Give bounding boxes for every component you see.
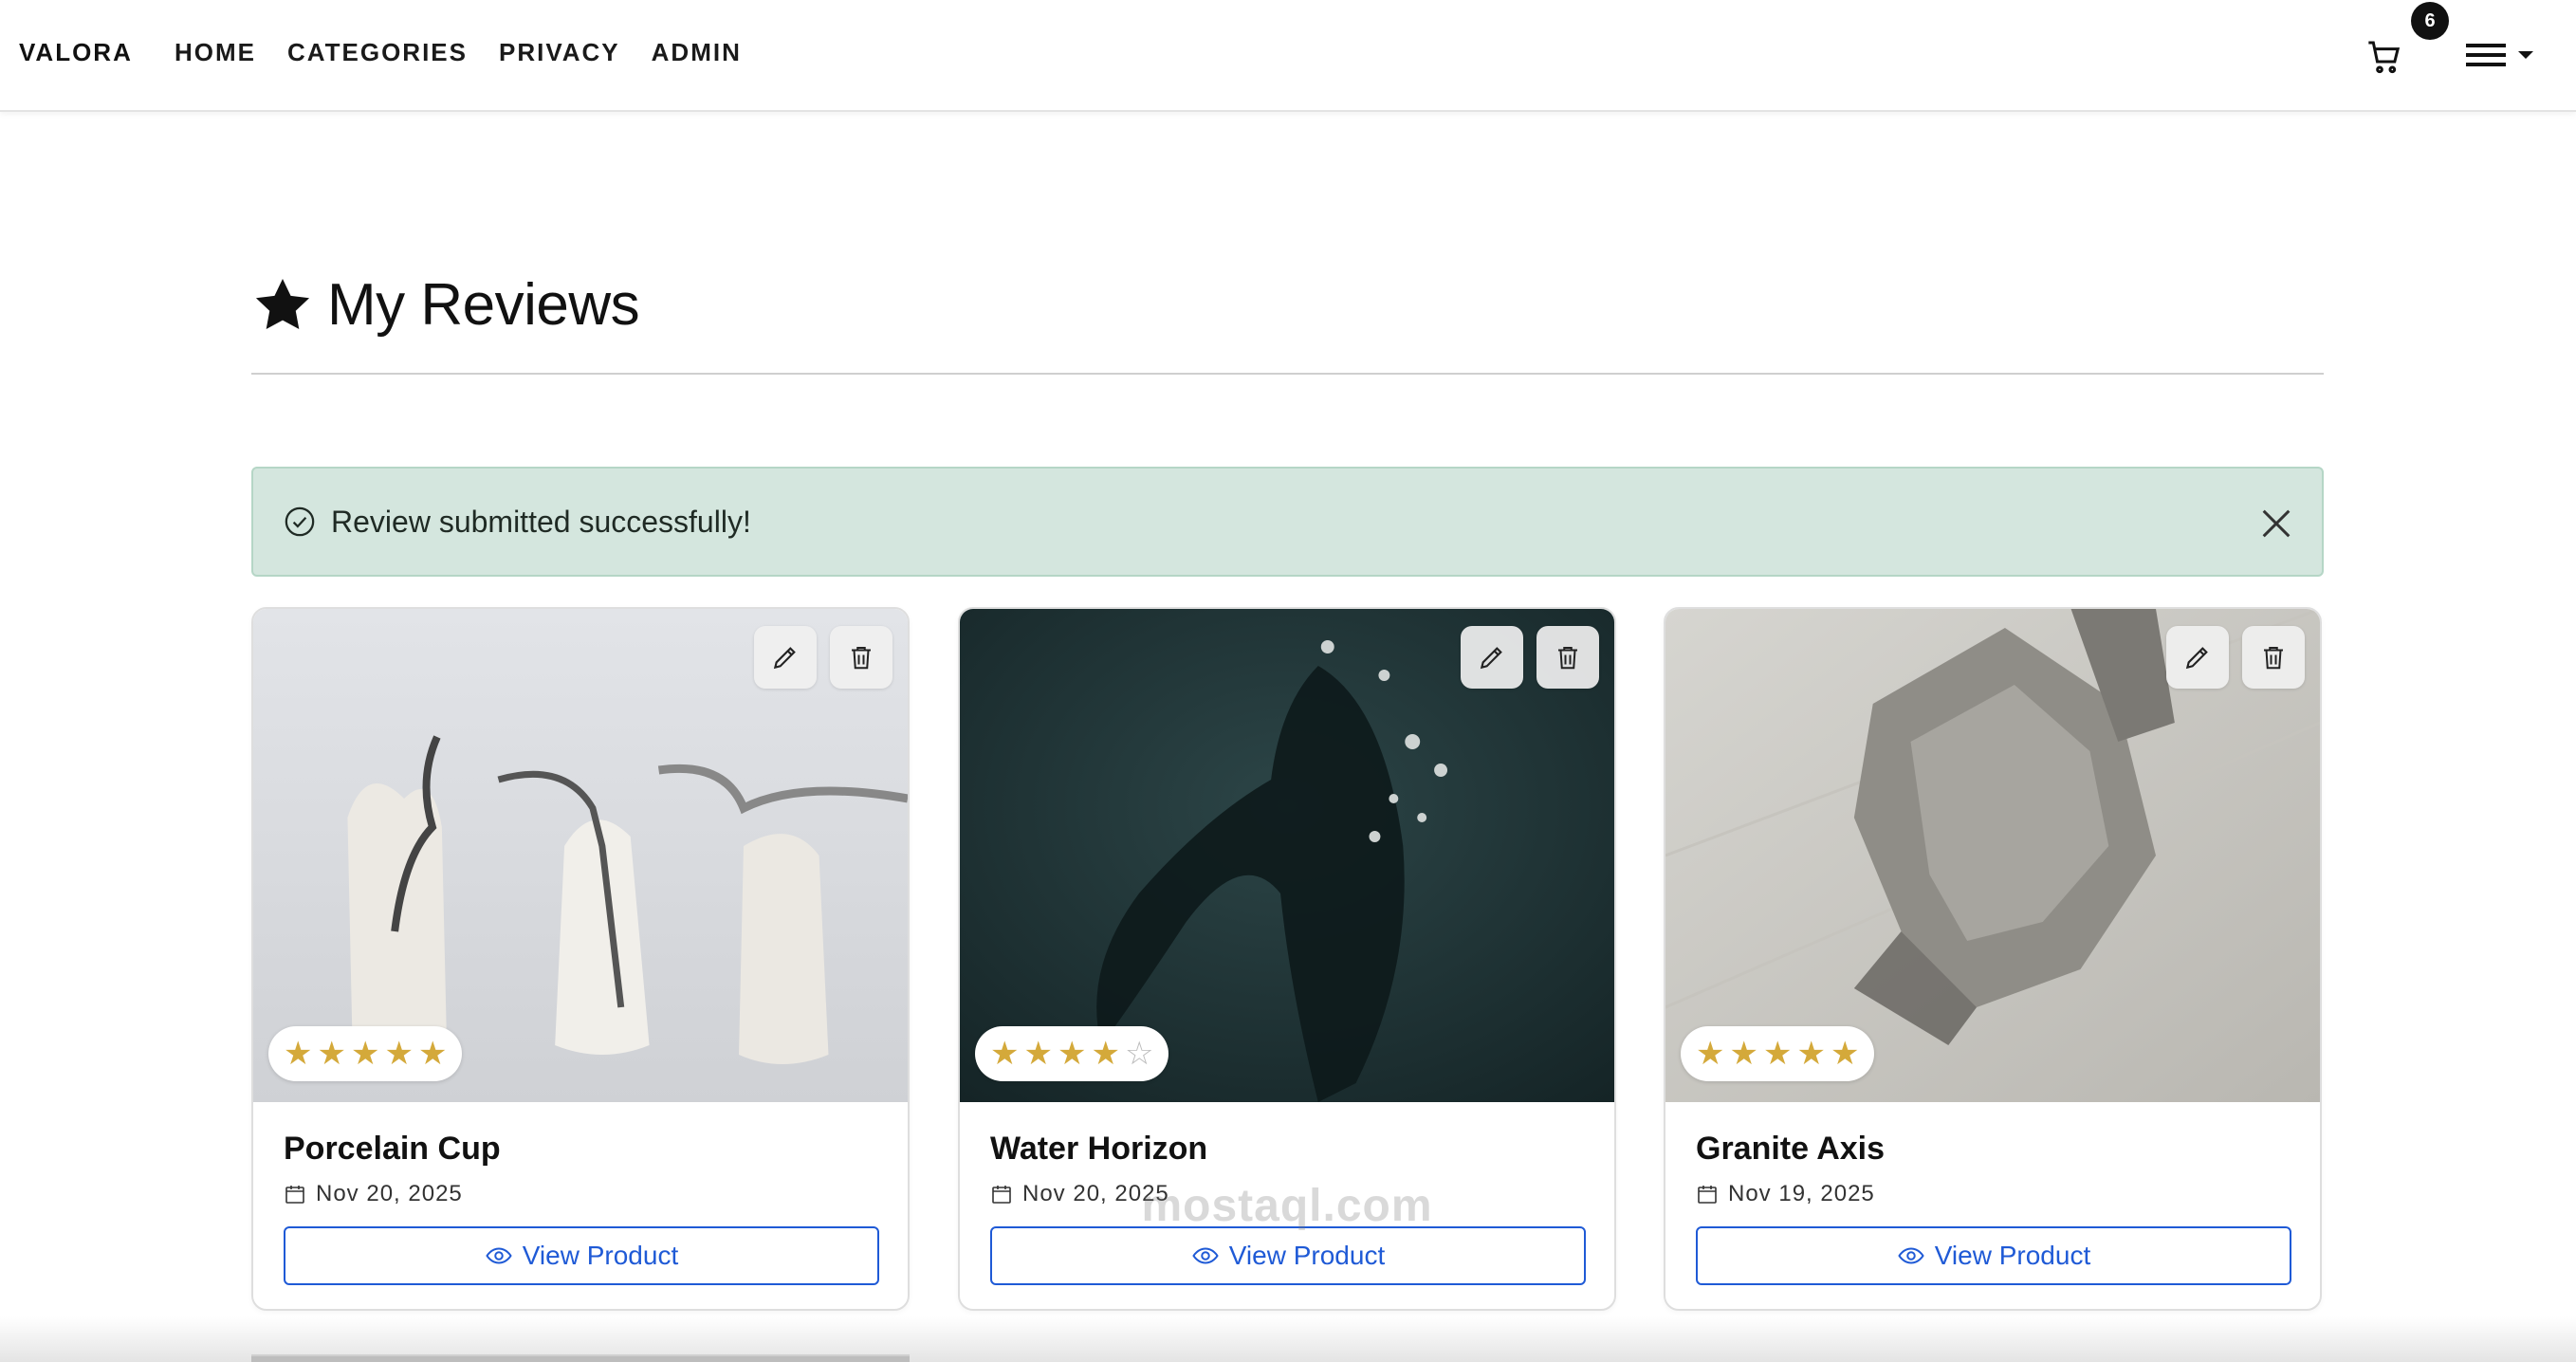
- hamburger-icon: [2466, 44, 2506, 66]
- review-card: ★ ★ ★ ★ ★ Porcelain Cup Nov 20, 2025 View Pr…: [251, 607, 910, 1311]
- star-rating: ★ ★ ★ ★ ★: [1681, 1026, 1875, 1081]
- star-filled-icon: ★: [1023, 1036, 1053, 1072]
- brand-logo[interactable]: VALORA: [19, 38, 133, 67]
- view-product-button[interactable]: View Product: [284, 1226, 879, 1285]
- trash-icon: [2264, 647, 2283, 670]
- calendar-icon: [1698, 1186, 1717, 1204]
- star-filled-icon: ★: [990, 1036, 1020, 1072]
- nav-links: HOME CATEGORIES PRIVACY ADMIN: [175, 38, 742, 67]
- star-empty-icon: ☆: [1124, 1036, 1154, 1072]
- cart-icon[interactable]: [2365, 38, 2403, 76]
- calendar-icon: [285, 1186, 304, 1204]
- delete-review-button[interactable]: [2242, 626, 2305, 689]
- star-filled-icon: ★: [384, 1036, 414, 1072]
- watermark: mostaql.com: [1141, 1181, 1433, 1231]
- view-product-button[interactable]: View Product: [990, 1226, 1586, 1285]
- trash-icon: [1558, 647, 1577, 670]
- star-icon: [255, 278, 310, 329]
- edit-review-button[interactable]: [2166, 626, 2229, 689]
- star-rating: ★ ★ ★ ★ ★: [268, 1026, 463, 1081]
- product-name: Porcelain Cup: [284, 1131, 501, 1167]
- calendar-icon: [992, 1186, 1011, 1204]
- nav-link-home[interactable]: HOME: [175, 38, 256, 67]
- star-filled-icon: ★: [1729, 1036, 1758, 1072]
- cart-count-badge: 6: [2411, 2, 2449, 40]
- close-icon[interactable]: [2257, 505, 2295, 543]
- check-circle-icon: [285, 506, 315, 537]
- pencil-icon: [1480, 647, 1502, 670]
- navbar: VALORA HOME CATEGORIES PRIVACY ADMIN 6: [0, 0, 2576, 112]
- next-card-edge: [251, 1354, 910, 1362]
- review-card: ★ ★ ★ ★ ★ Granite Axis Nov 19, 2025 View Pro…: [1664, 607, 2322, 1311]
- star-filled-icon: ★: [417, 1036, 448, 1072]
- view-product-label: View Product: [522, 1241, 679, 1270]
- review-date-text: Nov 19, 2025: [1728, 1181, 1875, 1206]
- page-title: My Reviews: [327, 272, 640, 338]
- star-filled-icon: ★: [1830, 1036, 1860, 1072]
- star-filled-icon: ★: [1796, 1036, 1826, 1072]
- product-name: Granite Axis: [1696, 1131, 1886, 1167]
- review-date: Nov 19, 2025: [1696, 1181, 2290, 1207]
- delete-review-button[interactable]: [1536, 626, 1599, 689]
- pencil-icon: [773, 647, 796, 670]
- pencil-icon: [2185, 647, 2208, 670]
- view-product-label: View Product: [1934, 1241, 2091, 1270]
- edit-review-button[interactable]: [754, 626, 817, 689]
- star-filled-icon: ★: [350, 1036, 380, 1072]
- header-divider: [251, 373, 2324, 375]
- product-image: ★ ★ ★ ★ ★: [253, 609, 908, 1102]
- eye-icon: [1192, 1247, 1219, 1264]
- eye-icon: [486, 1247, 512, 1264]
- star-filled-icon: ★: [1091, 1036, 1120, 1072]
- nav-link-categories[interactable]: CATEGORIES: [287, 38, 468, 67]
- nav-link-privacy[interactable]: PRIVACY: [499, 38, 620, 67]
- success-alert: Review submitted successfully!: [251, 467, 2324, 577]
- product-image: ★ ★ ★ ★ ★: [1665, 609, 2320, 1102]
- alert-message: Review submitted successfully!: [331, 504, 751, 539]
- user-menu-toggle[interactable]: [2466, 36, 2544, 74]
- review-date-text: Nov 20, 2025: [316, 1181, 463, 1206]
- view-product-button[interactable]: View Product: [1696, 1226, 2291, 1285]
- star-rating: ★ ★ ★ ★ ☆: [975, 1026, 1169, 1081]
- eye-icon: [1898, 1247, 1924, 1264]
- product-name: Water Horizon: [990, 1131, 1208, 1167]
- chevron-down-icon: [2518, 51, 2533, 59]
- delete-review-button[interactable]: [830, 626, 892, 689]
- edit-review-button[interactable]: [1461, 626, 1523, 689]
- star-filled-icon: ★: [284, 1036, 313, 1072]
- review-date: Nov 20, 2025: [284, 1181, 877, 1207]
- trash-icon: [852, 647, 871, 670]
- star-filled-icon: ★: [1057, 1036, 1087, 1072]
- nav-link-admin[interactable]: ADMIN: [652, 38, 742, 67]
- star-filled-icon: ★: [1762, 1036, 1793, 1072]
- star-filled-icon: ★: [1696, 1036, 1725, 1072]
- product-image: ★ ★ ★ ★ ☆: [960, 609, 1614, 1102]
- view-product-label: View Product: [1228, 1241, 1386, 1270]
- star-filled-icon: ★: [317, 1036, 346, 1072]
- page-header: My Reviews: [251, 271, 2324, 376]
